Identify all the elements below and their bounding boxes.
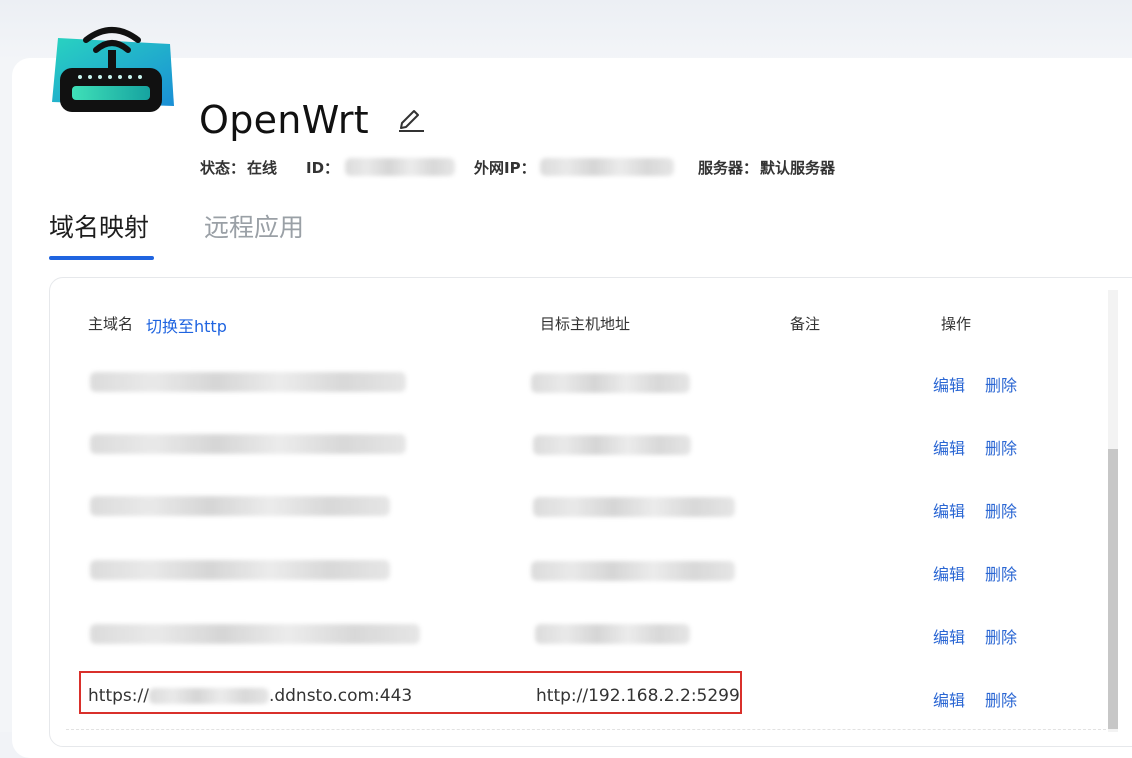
table-row-domain-redacted — [90, 434, 406, 454]
delete-button[interactable]: 删除 — [985, 624, 1017, 648]
device-name: OpenWrt — [199, 98, 369, 142]
id-redacted — [345, 158, 456, 176]
active-tab-indicator — [49, 256, 154, 260]
scrollbar-thumb[interactable] — [1108, 449, 1118, 729]
table-row-target-redacted — [535, 624, 690, 644]
switch-to-http-link[interactable]: 切换至http — [146, 313, 227, 337]
delete-button[interactable]: 删除 — [985, 561, 1017, 585]
tab-domain-mapping[interactable]: 域名映射 — [49, 208, 149, 244]
server-value: 默认服务器 — [760, 158, 836, 177]
pencil-icon[interactable] — [396, 103, 426, 133]
edit-button[interactable]: 编辑 — [933, 624, 965, 648]
table-row-target-redacted — [531, 561, 735, 581]
status-info: 状态： 在线 — [200, 157, 277, 177]
router-icon — [52, 27, 174, 112]
delete-button[interactable]: 删除 — [985, 687, 1017, 711]
ip-label: 外网IP： — [474, 158, 536, 177]
table-row-domain-redacted — [90, 496, 390, 516]
table-row-domain-redacted — [90, 624, 420, 644]
tab-remote-apps[interactable]: 远程应用 — [204, 208, 304, 244]
delete-button[interactable]: 删除 — [985, 372, 1017, 396]
server-label: 服务器： — [698, 158, 759, 177]
header-action: 操作 — [941, 315, 972, 333]
id-info: ID： — [306, 157, 456, 177]
row-divider — [66, 729, 1106, 730]
id-label: ID： — [306, 158, 340, 177]
server-info: 服务器： 默认服务器 — [698, 157, 835, 177]
status-label: 状态： — [200, 158, 246, 177]
edit-button[interactable]: 编辑 — [933, 435, 965, 459]
edit-button[interactable]: 编辑 — [933, 561, 965, 585]
highlight-annotation-box — [79, 671, 742, 714]
header-target: 目标主机地址 — [540, 315, 631, 333]
edit-button[interactable]: 编辑 — [933, 687, 965, 711]
table-row-target-redacted — [533, 497, 735, 517]
status-value: 在线 — [247, 158, 278, 177]
delete-button[interactable]: 删除 — [985, 435, 1017, 459]
edit-button[interactable]: 编辑 — [933, 372, 965, 396]
header-domain: 主域名 — [88, 315, 134, 333]
edit-button[interactable]: 编辑 — [933, 498, 965, 522]
table-row-target-redacted — [531, 373, 690, 393]
table-row-domain-redacted — [90, 560, 390, 580]
delete-button[interactable]: 删除 — [985, 498, 1017, 522]
ip-info: 外网IP： — [474, 157, 674, 177]
ip-redacted — [539, 158, 674, 176]
header-note: 备注 — [790, 315, 821, 333]
table-row-target-redacted — [533, 435, 691, 455]
table-row-domain-redacted — [90, 372, 406, 392]
